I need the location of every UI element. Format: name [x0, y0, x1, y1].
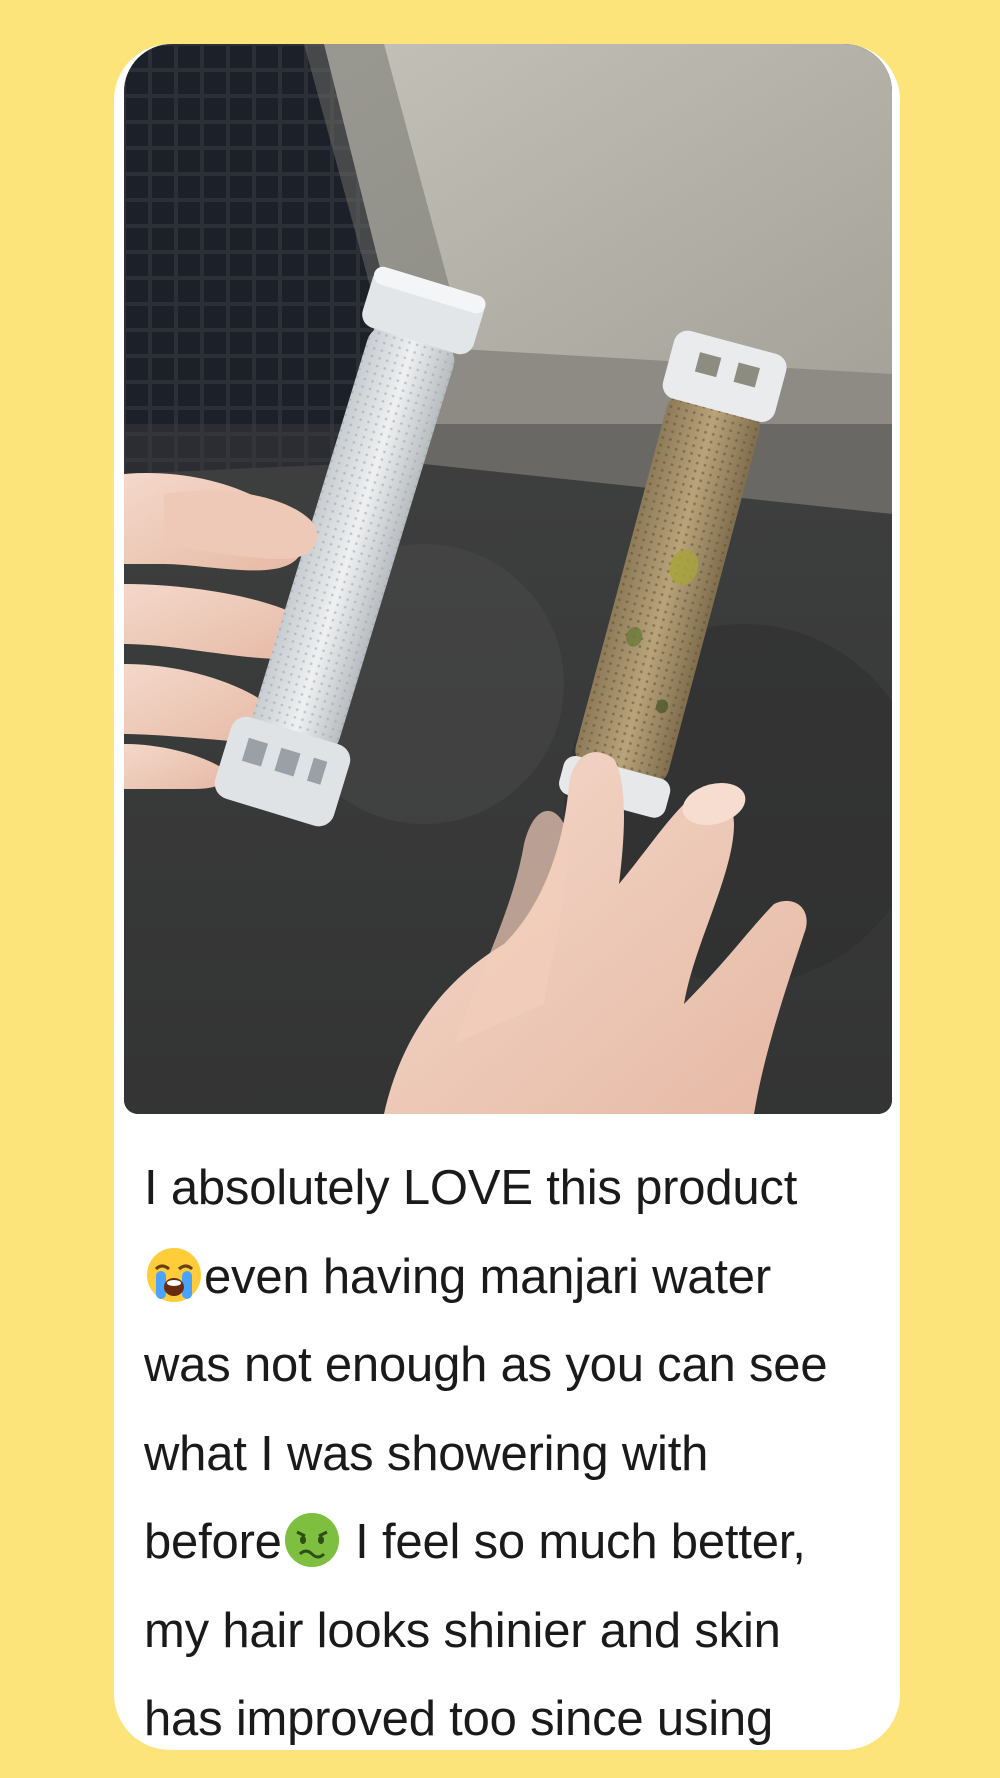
review-line-5: before I feel so much better, — [144, 1498, 884, 1587]
review-line-2: even having manjari water — [144, 1233, 884, 1322]
review-line-7: has improved too since using — [144, 1692, 774, 1746]
shower-filters-photo-icon — [124, 44, 892, 1114]
review-line-3: was not enough as you can see — [144, 1338, 828, 1392]
loudly-crying-face-icon — [144, 1245, 204, 1305]
review-line-5-before: before — [144, 1515, 282, 1569]
review-card: I absolutely LOVE this product even havi… — [114, 44, 900, 1750]
review-photo[interactable] — [124, 44, 892, 1114]
review-line-6: my hair looks shinier and skin — [144, 1603, 781, 1658]
review-line-2-text: even having manjari water — [204, 1249, 771, 1304]
nauseated-face-icon — [282, 1510, 342, 1570]
review-text: I absolutely LOVE this product even havi… — [144, 1144, 884, 1750]
review-line-5-text: I feel so much better, — [341, 1515, 806, 1569]
review-line-1: I absolutely LOVE this product — [144, 1161, 798, 1215]
review-line-4: what I was showering with — [144, 1426, 709, 1481]
